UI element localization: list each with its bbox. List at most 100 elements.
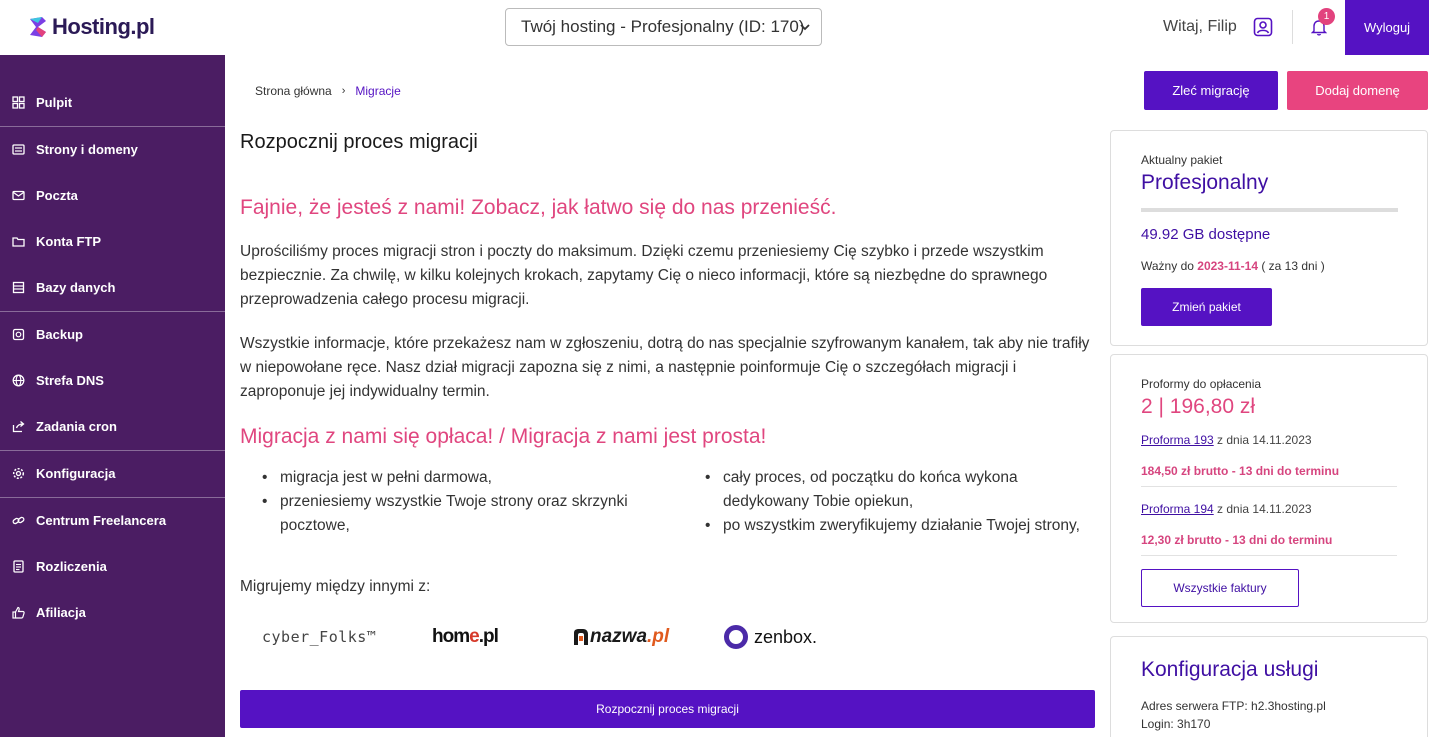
order-migration-button[interactable]: Zleć migrację	[1144, 71, 1278, 110]
disk-available: 49.92 GB dostępne	[1141, 226, 1271, 243]
nazwa-logo-text-a: nazwa	[590, 626, 648, 647]
ftp-address: Adres serwera FTP: h2.3hosting.pl	[1141, 699, 1326, 713]
intro-paragraph: Uprościliśmy proces migracji stron i poc…	[240, 243, 1048, 308]
sidebar-item-label: Pulpit	[36, 94, 73, 110]
sidebar-item-label: Poczta	[36, 187, 78, 203]
sidebar-item-label: Strefa DNS	[36, 372, 104, 388]
package-label: Aktualny pakiet	[1141, 153, 1223, 167]
list-item: przeniesiemy wszystkie Twoje strony oraz…	[260, 490, 670, 538]
package-name: Profesjonalny	[1141, 171, 1269, 194]
proforma-item: Proforma 193 z dnia 14.11.2023	[1141, 433, 1312, 447]
list-item: po wszystkim zweryfikujemy działanie Two…	[703, 514, 1083, 538]
migrate-between-label: Migrujemy między innymi z:	[240, 578, 431, 595]
sidebar-item-pulpit[interactable]: Pulpit	[0, 82, 225, 122]
package-validity: Ważny do 2023-11-14 ( za 13 dni )	[1141, 259, 1325, 273]
sidebar-item-strefa-dns[interactable]: Strefa DNS	[0, 360, 225, 400]
sidebar-item-backup[interactable]: Backup	[0, 314, 225, 354]
welcome-heading: Fajnie, że jesteś z nami! Zobacz, jak ła…	[240, 196, 837, 219]
gear-icon	[12, 467, 25, 479]
sidebar-item-label: Strony i domeny	[36, 141, 138, 157]
proforma-amount: 12,30 zł brutto - 13 dni do terminu	[1141, 533, 1333, 547]
breadcrumb-current[interactable]: Migracje	[355, 84, 400, 98]
security-paragraph: Wszystkie informacje, które przekażesz n…	[240, 335, 1090, 400]
benefits-list-left: migracja jest w pełni darmowa, przeniesi…	[260, 466, 670, 538]
header-divider	[1292, 10, 1293, 44]
disk-usage-bar	[1141, 208, 1398, 212]
home-pl-logo-text-c: .pl	[478, 626, 499, 647]
database-icon	[12, 281, 25, 293]
change-package-button[interactable]: Zmień pakiet	[1141, 288, 1272, 326]
sidebar-item-poczta[interactable]: Poczta	[0, 175, 225, 215]
home-pl-logo-text-a: hom	[432, 626, 470, 647]
nazwa-pl-logo: nazwa .pl	[572, 624, 669, 650]
logo-mark-icon	[30, 17, 46, 37]
thumbs-up-icon	[12, 606, 25, 619]
link-icon	[12, 516, 25, 524]
sidebar-item-zadania-cron[interactable]: Zadania cron	[0, 406, 225, 446]
divider	[1141, 486, 1397, 487]
backup-icon	[12, 328, 25, 340]
proforma-link[interactable]: Proforma 194	[1141, 502, 1214, 516]
start-migration-button[interactable]: Rozpocznij proces migracji	[240, 690, 1095, 728]
sidebar-item-centrum-freelancera[interactable]: Centrum Freelancera	[0, 500, 225, 540]
logo[interactable]: Hosting.pl	[28, 13, 155, 41]
sidebar-item-rozliczenia[interactable]: Rozliczenia	[0, 546, 225, 586]
proforma-date: z dnia 14.11.2023	[1217, 433, 1312, 447]
breadcrumb-home[interactable]: Strona główna	[255, 84, 332, 98]
package-card: Aktualny pakiet Profesjonalny 49.92 GB d…	[1110, 130, 1428, 346]
pages-icon	[12, 143, 25, 155]
logo-text: Hosting.pl	[52, 14, 155, 39]
cyber-folks-logo: cyber_Folks™	[262, 624, 376, 650]
top-header: Hosting.pl Twój hosting - Profesjonalny …	[0, 0, 1436, 55]
nazwa-logo-mark-icon	[574, 629, 588, 645]
document-icon	[13, 559, 24, 573]
validity-prefix: Ważny do	[1141, 259, 1194, 273]
list-item: migracja jest w pełni darmowa,	[260, 466, 670, 490]
zenbox-logo-text: zenbox.	[754, 626, 818, 647]
sidebar-item-afiliacja[interactable]: Afiliacja	[0, 592, 225, 632]
validity-date: 2023-11-14	[1197, 259, 1258, 273]
breadcrumb: Strona główna › Migracje	[255, 84, 401, 98]
folder-icon	[12, 236, 25, 247]
sidebar-item-strony-i-domeny[interactable]: Strony i domeny	[0, 129, 225, 169]
list-item: cały proces, od początku do końca wykona…	[703, 466, 1083, 514]
sidebar-item-label: Bazy danych	[36, 279, 116, 295]
proforma-label: Proformy do opłacenia	[1141, 377, 1262, 391]
sidebar-divider	[0, 497, 225, 498]
chevron-down-icon	[800, 24, 810, 31]
cyber-folks-logo-text: cyber_Folks™	[262, 628, 377, 646]
user-greeting: Witaj, Filip	[1163, 18, 1237, 35]
validity-suffix: ( za 13 dni )	[1261, 259, 1325, 273]
sidebar-item-konfiguracja[interactable]: Konfiguracja	[0, 453, 225, 493]
all-invoices-button[interactable]: Wszystkie faktury	[1141, 569, 1299, 607]
hosting-select[interactable]: Twój hosting - Profesjonalny (ID: 170)	[505, 8, 822, 46]
benefits-list-right: cały proces, od początku do końca wykona…	[703, 466, 1083, 538]
sidebar-item-konta-ftp[interactable]: Konta FTP	[0, 221, 225, 261]
home-pl-logo: hom e .pl	[432, 624, 499, 650]
dashboard-icon	[12, 95, 25, 109]
sidebar-item-label: Centrum Freelancera	[36, 512, 167, 528]
ftp-login: Login: 3h170	[1141, 717, 1211, 731]
proforma-item: Proforma 194 z dnia 14.11.2023	[1141, 502, 1312, 516]
globe-icon	[12, 374, 25, 386]
sidebar-item-bazy-danych[interactable]: Bazy danych	[0, 267, 225, 307]
logout-button[interactable]: Wyloguj	[1345, 0, 1429, 55]
user-profile-icon[interactable]	[1253, 17, 1273, 37]
proforma-date: z dnia 14.11.2023	[1217, 502, 1312, 516]
proforma-total: 2 | 196,80 zł	[1141, 395, 1256, 418]
zenbox-logo: zenbox.	[724, 624, 817, 650]
sidebar-item-label: Backup	[36, 326, 83, 342]
share-arrow-icon	[12, 420, 25, 432]
proforma-link[interactable]: Proforma 193	[1141, 433, 1214, 447]
hosting-select-value: Twój hosting - Profesjonalny (ID: 170)	[521, 17, 805, 36]
add-domain-button[interactable]: Dodaj domenę	[1287, 71, 1428, 110]
notification-badge: 1	[1318, 8, 1335, 25]
sidebar: Pulpit Strony i domeny Poczta Konta FTP …	[0, 55, 225, 737]
divider	[1141, 555, 1397, 556]
sidebar-item-label: Konfiguracja	[36, 465, 116, 481]
service-config-card: Konfiguracja usługi Adres serwera FTP: h…	[1110, 636, 1428, 737]
proforma-amount: 184,50 zł brutto - 13 dni do terminu	[1141, 464, 1340, 478]
page-title: Rozpocznij proces migracji	[240, 131, 478, 153]
home-pl-logo-text-b: e	[469, 626, 480, 647]
sidebar-divider	[0, 126, 225, 127]
